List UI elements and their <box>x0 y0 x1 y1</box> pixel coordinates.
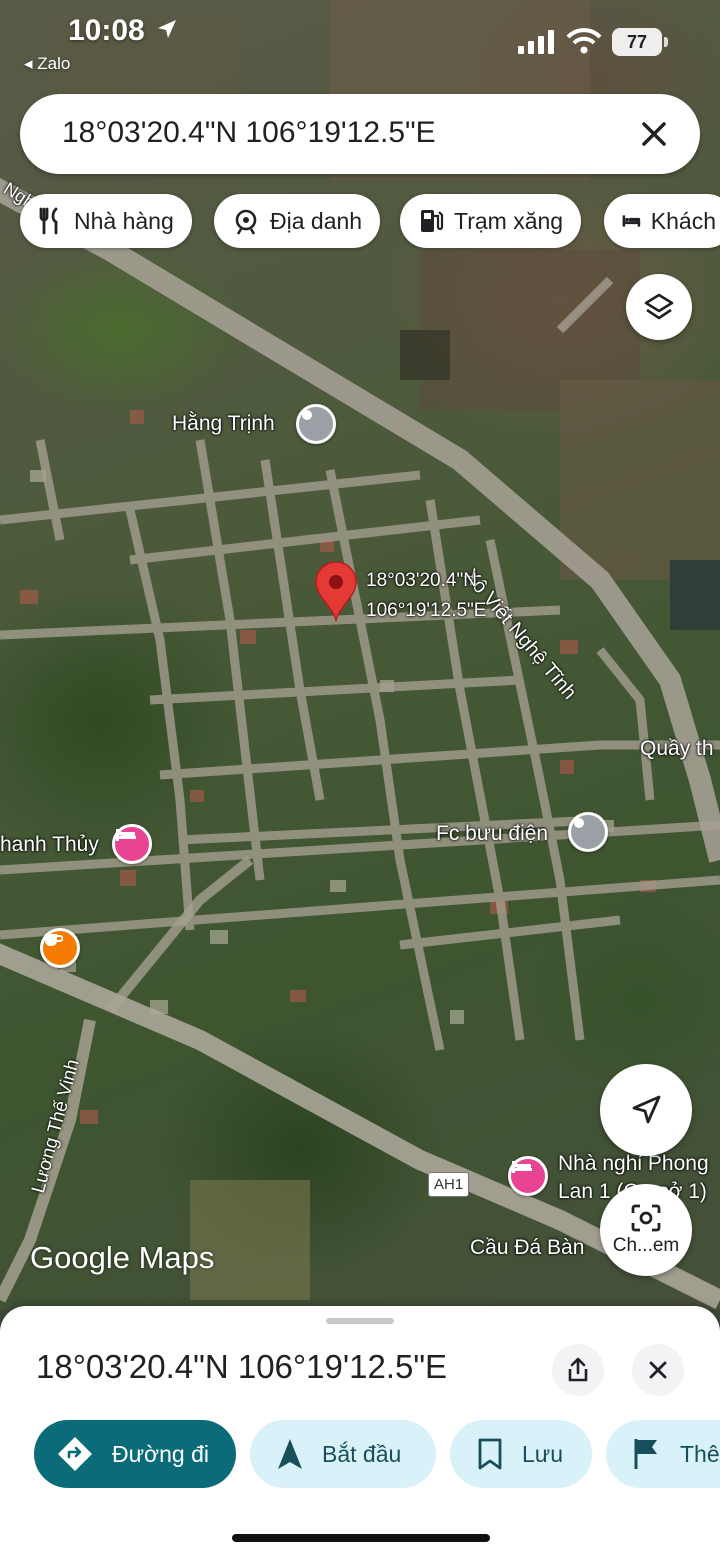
start-button[interactable]: Bắt đầu <box>250 1420 436 1488</box>
camera-search-button[interactable]: Ch...em <box>600 1184 692 1276</box>
place-label-thanh-thuy[interactable]: hanh Thủy <box>0 833 99 857</box>
place-label-quay[interactable]: Quầy th <box>640 737 714 761</box>
start-label: Bắt đầu <box>322 1440 402 1467</box>
sheet-drag-handle[interactable] <box>326 1318 394 1324</box>
layers-icon <box>644 293 674 320</box>
pin-label-lng: 106°19'12.5"E <box>366 600 487 621</box>
location-services-icon <box>158 20 176 38</box>
search-bar[interactable]: 18°03'20.4"N 106°19'12.5"E <box>20 94 700 174</box>
cafe-pin-icon[interactable] <box>40 928 80 968</box>
place-bottom-sheet[interactable]: 18°03'20.4"N 106°19'12.5"E Đường đi Bắt … <box>0 1306 720 1558</box>
navigate-icon <box>278 1439 302 1469</box>
category-chips: Nhà hàng Địa danh Trạm xăng Khách <box>0 194 720 248</box>
pin-label-lat: 18°03'20.4"N <box>366 570 477 591</box>
chip-label: Trạm xăng <box>454 207 564 234</box>
close-sheet-button[interactable] <box>632 1344 684 1396</box>
close-icon <box>649 1361 667 1379</box>
directions-icon <box>58 1437 92 1471</box>
chip-gas-stations[interactable]: Trạm xăng <box>400 194 582 248</box>
home-indicator[interactable] <box>232 1534 490 1542</box>
save-label: Lưu <box>522 1440 563 1467</box>
place-label-nha-nghi-line1[interactable]: Nhà nghỉ Phong <box>558 1152 709 1176</box>
hotel-icon <box>622 215 641 227</box>
add-label-button[interactable]: Thê <box>606 1420 720 1488</box>
cellular-signal-icon <box>518 30 554 54</box>
navigation-arrow-icon <box>632 1095 661 1124</box>
restaurant-icon <box>39 207 58 235</box>
status-bar: 10:08 ◂ Zalo 77 <box>0 0 720 80</box>
chip-hotels[interactable]: Khách <box>604 194 720 248</box>
layers-button[interactable] <box>626 274 692 340</box>
camera-lens-icon <box>631 1204 661 1232</box>
chip-landmarks[interactable]: Địa danh <box>214 194 381 248</box>
chip-label: Nhà hàng <box>74 207 174 234</box>
place-label-hang-trinh[interactable]: Hằng Trịnh <box>172 412 275 436</box>
back-app-label: Zalo <box>37 54 71 73</box>
directions-label: Đường đi <box>112 1440 209 1467</box>
gas-station-icon <box>421 210 444 232</box>
status-time: 10:08 <box>68 14 145 47</box>
camera-button-label: Ch...em <box>612 1235 680 1256</box>
place-pin-icon[interactable] <box>296 404 336 444</box>
flag-icon <box>634 1439 657 1469</box>
share-button[interactable] <box>552 1344 604 1396</box>
add-label-label: Thê <box>680 1440 720 1467</box>
place-coordinates-title: 18°03'20.4"N 106°19'12.5"E <box>36 1348 448 1385</box>
share-icon <box>568 1357 588 1382</box>
back-to-app-link[interactable]: ◂ Zalo <box>24 54 70 74</box>
chip-restaurants[interactable]: Nhà hàng <box>20 194 192 248</box>
save-button[interactable]: Lưu <box>450 1420 592 1488</box>
hotel-pin-icon[interactable] <box>112 824 152 864</box>
close-icon <box>642 122 666 146</box>
search-query[interactable]: 18°03'20.4"N 106°19'12.5"E <box>62 116 436 150</box>
hotel-pin-icon[interactable] <box>508 1156 548 1196</box>
wifi-icon <box>566 28 602 54</box>
clear-search-button[interactable] <box>630 110 678 158</box>
place-label-fc-buu-dien[interactable]: Fc bưu điện <box>436 822 548 846</box>
bookmark-icon <box>478 1438 502 1470</box>
highway-shield: AH1 <box>428 1172 470 1197</box>
place-pin-icon[interactable] <box>568 812 608 852</box>
chip-label: Khách <box>650 207 716 234</box>
landmark-icon <box>235 209 257 235</box>
place-label-cau-da-ban[interactable]: Cầu Đá Bàn <box>470 1236 584 1260</box>
my-location-button[interactable] <box>600 1064 692 1156</box>
directions-button[interactable]: Đường đi <box>34 1420 236 1488</box>
battery-indicator: 77 <box>612 28 668 56</box>
chip-label: Địa danh <box>270 207 363 234</box>
google-maps-logo: Google Maps <box>30 1240 215 1275</box>
